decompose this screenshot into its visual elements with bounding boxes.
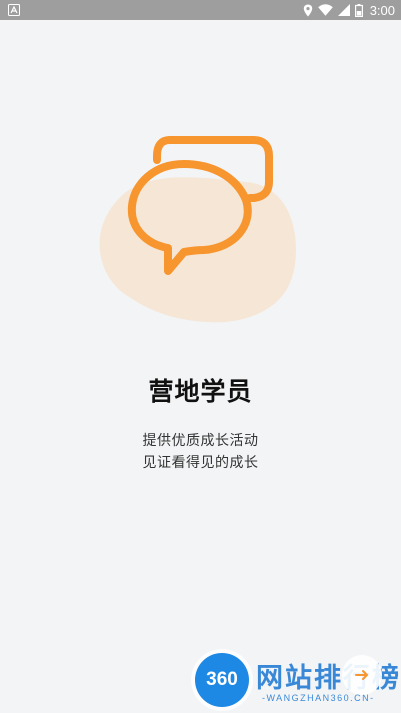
- wifi-icon: [317, 4, 333, 16]
- description-line-2: 见证看得见的成长: [142, 455, 259, 471]
- chat-bubbles-icon: [99, 136, 297, 323]
- battery-icon: [354, 3, 363, 17]
- location-icon: [303, 4, 312, 16]
- next-button[interactable]: [342, 655, 382, 695]
- status-time: 3:00: [369, 2, 395, 18]
- signal-icon: [337, 4, 350, 16]
- status-bar: 3:00: [0, 0, 401, 20]
- arrow-right-icon: [355, 670, 368, 680]
- watermark-logo: 360: [195, 653, 249, 707]
- description-line-1: 提供优质成长活动: [142, 433, 259, 449]
- page-title: 营地学员: [148, 377, 253, 406]
- app-notification-icon: [8, 4, 20, 16]
